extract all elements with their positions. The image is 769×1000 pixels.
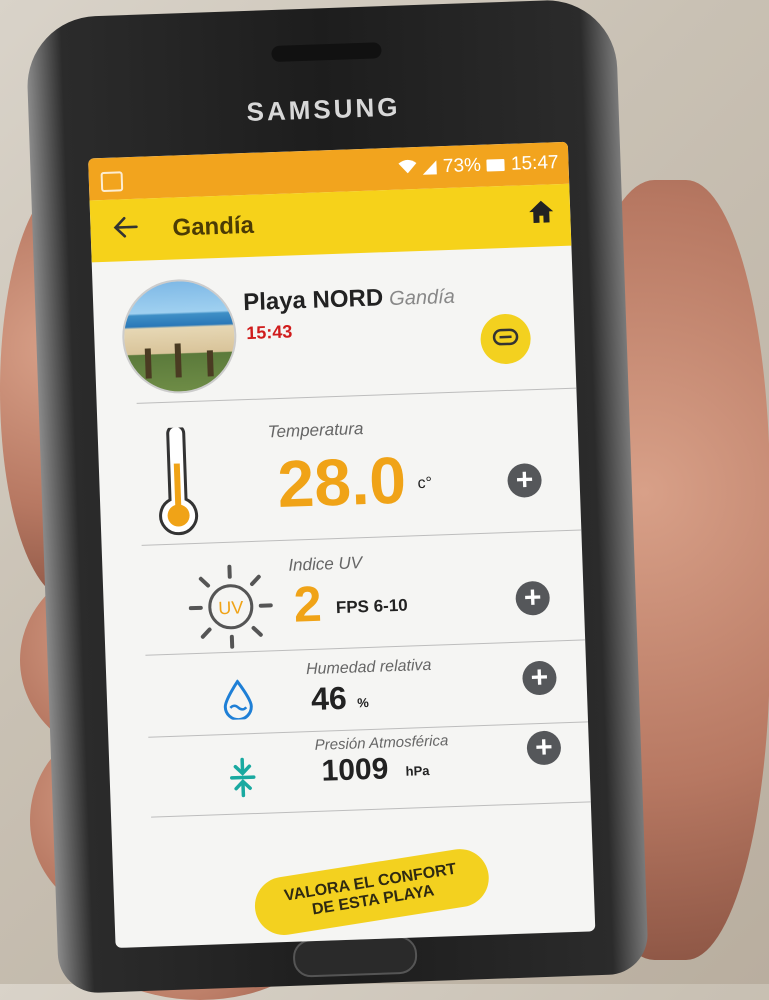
uv-expand-button[interactable]: +: [515, 581, 550, 616]
compress-arrows-icon: [227, 757, 259, 803]
uv-value: 2: [293, 575, 323, 634]
rate-comfort-button[interactable]: VALORA EL CONFORT DE ESTA PLAYA: [251, 845, 493, 939]
wifi-icon: [399, 159, 418, 179]
battery-icon: [487, 159, 505, 172]
palm-tree: [207, 350, 214, 376]
humidity-label: Humedad relativa: [306, 657, 432, 679]
plus-icon: +: [523, 583, 542, 614]
sun-uv-icon: UV: [186, 562, 275, 656]
plus-icon: +: [515, 465, 534, 496]
clock: 15:47: [511, 152, 559, 176]
phone-body: SAMSUNG 73% 15:47 Gandía: [25, 0, 649, 994]
pressure-value: 1009: [321, 752, 389, 788]
battery-percent: 73%: [443, 155, 482, 178]
beach-photo: [120, 277, 238, 395]
page-title: Gandía: [172, 212, 254, 243]
water-drop-icon: [222, 679, 254, 725]
humidity-value: 46: [310, 680, 347, 718]
humidity-unit: %: [357, 695, 369, 710]
notification-icon: [101, 171, 124, 192]
temperature-unit: c°: [417, 475, 432, 493]
temperature-label: Temperatura: [267, 419, 363, 442]
uv-fps: FPS 6-10: [336, 596, 408, 618]
pressure-unit: hPa: [405, 763, 429, 779]
signal-icon: [423, 160, 437, 174]
beach-name: Playa NORD: [243, 284, 384, 316]
pressure-label: Presión Atmosférica: [314, 732, 448, 754]
divider: [142, 529, 582, 545]
uv-label: Indice UV: [288, 553, 362, 576]
svg-text:UV: UV: [218, 597, 244, 618]
beach-header: Playa NORDGandía: [243, 282, 456, 317]
beach-update-time: 15:43: [246, 321, 293, 344]
home-icon[interactable]: [528, 198, 555, 225]
beach-city: Gandía: [389, 286, 455, 310]
back-arrow-icon[interactable]: [112, 211, 139, 249]
app-screen: 73% 15:47 Gandía Playa NORDGandía 15:43: [88, 142, 595, 948]
temperature-value: 28.0: [276, 442, 407, 522]
phone-home-key[interactable]: [292, 935, 417, 977]
divider: [151, 801, 591, 817]
thermometer-icon: [154, 427, 202, 543]
link-button[interactable]: [480, 313, 532, 365]
phone-speaker: [271, 42, 381, 62]
temperature-expand-button[interactable]: +: [507, 463, 542, 498]
link-icon: [492, 327, 519, 351]
divider: [137, 388, 577, 404]
status-bar-right: 73% 15:47: [399, 152, 559, 180]
plus-icon: +: [530, 663, 549, 694]
phone-brand: SAMSUNG: [28, 84, 619, 136]
humidity-expand-button[interactable]: +: [522, 660, 557, 695]
palm-tree: [145, 348, 152, 378]
pressure-expand-button[interactable]: +: [526, 730, 561, 765]
palm-tree: [175, 343, 182, 377]
plus-icon: +: [535, 733, 554, 764]
